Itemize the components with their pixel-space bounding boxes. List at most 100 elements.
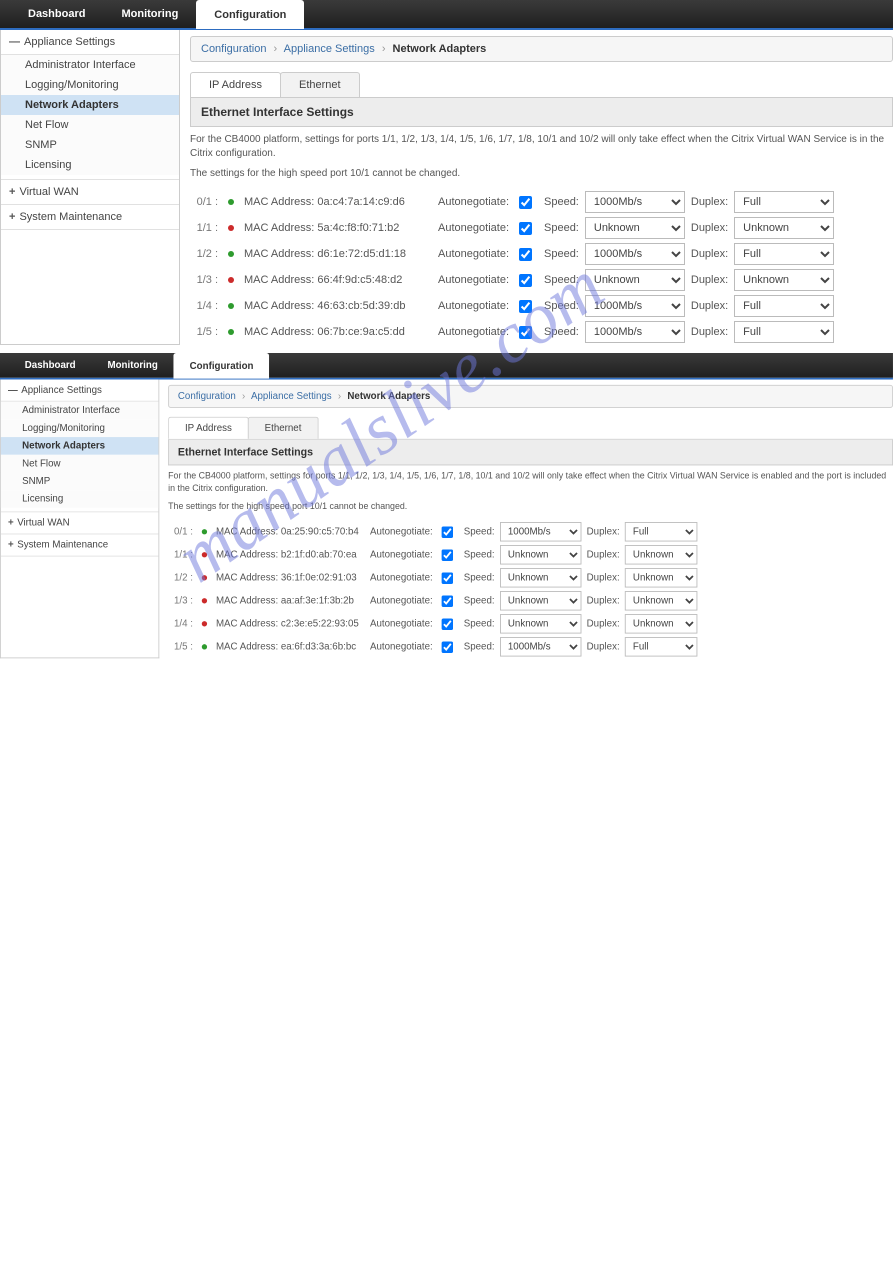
duplex-select[interactable]: FullUnknown [625,637,698,656]
speed-select[interactable]: 1000Mb/sUnknown [585,269,685,291]
speed-label: Speed: [462,595,496,606]
sidebar-item-netflow[interactable]: Net Flow [1,115,179,135]
sidebar-sec-appliance[interactable]: —Appliance Settings [1,30,179,55]
duplex-label: Duplex: [689,222,730,234]
duplex-label: Duplex: [585,619,622,630]
panel-title: Ethernet Interface Settings [190,98,893,127]
tab-dashboard[interactable]: Dashboard [10,0,103,29]
autonegotiate-label: Autonegotiate: [433,196,509,208]
sidebar-item-snmp[interactable]: SNMP [1,135,179,155]
duplex-select[interactable]: FullUnknown [734,243,834,265]
autonegotiate-checkbox[interactable] [442,549,454,561]
speed-label: Speed: [462,572,496,583]
breadcrumb: Configuration › Appliance Settings › Net… [168,385,893,408]
autonegotiate-label: Autonegotiate: [433,300,509,312]
duplex-select[interactable]: FullUnknown [734,295,834,317]
sidebar-item-network-adapters[interactable]: Network Adapters [1,437,159,455]
speed-label: Speed: [542,222,581,234]
duplex-select[interactable]: FullUnknown [734,191,834,213]
autonegotiate-checkbox[interactable] [442,618,454,630]
sidebar-sec-virtualwan[interactable]: +Virtual WAN [1,180,179,205]
autonegotiate-checkbox[interactable] [442,595,454,607]
speed-select[interactable]: 1000Mb/sUnknown [500,614,581,633]
autonegotiate-checkbox[interactable] [519,222,532,235]
ethernet-row: 1/2 :MAC Address: 36:1f:0e:02:91:03Auton… [168,566,893,589]
sidebar-item-admin-interface[interactable]: Administrator Interface [1,402,159,420]
sidebar-appliance-items: Administrator Interface Logging/Monitori… [1,402,159,513]
crumb-configuration[interactable]: Configuration [178,391,236,402]
autonegotiate-checkbox[interactable] [519,196,532,209]
duplex-select[interactable]: FullUnknown [734,321,834,343]
speed-select[interactable]: 1000Mb/sUnknown [500,522,581,541]
duplex-select[interactable]: FullUnknown [625,545,698,564]
duplex-label: Duplex: [585,526,622,537]
sidebar-item-network-adapters[interactable]: Network Adapters [1,95,179,115]
speed-select[interactable]: 1000Mb/sUnknown [500,568,581,587]
breadcrumb: Configuration › Appliance Settings › Net… [190,36,893,62]
crumb-appliance-settings[interactable]: Appliance Settings [251,391,332,402]
sidebar-item-logging[interactable]: Logging/Monitoring [1,419,159,437]
duplex-select[interactable]: FullUnknown [625,614,698,633]
duplex-select[interactable]: FullUnknown [734,217,834,239]
sidebar-item-licensing[interactable]: Licensing [1,155,179,175]
speed-label: Speed: [462,526,496,537]
mac-address: MAC Address: 5a:4c:f8:f0:71:b2 [244,222,429,234]
speed-select[interactable]: 1000Mb/sUnknown [585,243,685,265]
autonegotiate-checkbox[interactable] [442,526,454,538]
sidebar-item-licensing[interactable]: Licensing [1,490,159,508]
sidebar-sec-sysmaint[interactable]: +System Maintenance [1,534,159,556]
sidebar-item-snmp[interactable]: SNMP [1,472,159,490]
port-label: 1/4 : [168,619,193,630]
speed-select[interactable]: 1000Mb/sUnknown [500,591,581,610]
status-down-icon [202,598,207,603]
mac-address: MAC Address: ea:6f:d3:3a:6b:bc [216,642,362,653]
minus-icon: — [9,36,20,48]
duplex-select[interactable]: FullUnknown [625,568,698,587]
speed-select[interactable]: 1000Mb/sUnknown [585,321,685,343]
subtab-ethernet[interactable]: Ethernet [248,417,318,439]
crumb-configuration[interactable]: Configuration [201,43,266,55]
autonegotiate-label: Autonegotiate: [433,222,509,234]
tab-configuration[interactable]: Configuration [196,0,304,29]
crumb-appliance-settings[interactable]: Appliance Settings [284,43,375,55]
autonegotiate-checkbox[interactable] [519,248,532,261]
duplex-select[interactable]: FullUnknown [734,269,834,291]
autonegotiate-checkbox[interactable] [442,641,454,653]
duplex-select[interactable]: FullUnknown [625,591,698,610]
speed-label: Speed: [542,274,581,286]
duplex-label: Duplex: [689,196,730,208]
sidebar-item-netflow[interactable]: Net Flow [1,455,159,473]
autonegotiate-checkbox[interactable] [519,326,532,339]
autonegotiate-label: Autonegotiate: [366,549,433,560]
ethernet-row: 1/3 :MAC Address: 66:4f:9d:c5:48:d2Auton… [190,267,893,293]
duplex-select[interactable]: FullUnknown [625,522,698,541]
sidebar-sec-sysmaint[interactable]: +System Maintenance [1,205,179,230]
autonegotiate-checkbox[interactable] [519,300,532,313]
tab-dashboard[interactable]: Dashboard [9,352,92,379]
mac-address: MAC Address: b2:1f:d0:ab:70:ea [216,549,362,560]
mac-address: MAC Address: d6:1e:72:d5:d1:18 [244,248,429,260]
speed-select[interactable]: 1000Mb/sUnknown [500,637,581,656]
status-up-icon [228,329,234,335]
sidebar-item-logging[interactable]: Logging/Monitoring [1,75,179,95]
subtab-ip-address[interactable]: IP Address [168,417,249,439]
speed-label: Speed: [462,619,496,630]
sidebar-item-admin-interface[interactable]: Administrator Interface [1,55,179,75]
speed-select[interactable]: 1000Mb/sUnknown [585,295,685,317]
speed-select[interactable]: 1000Mb/sUnknown [500,545,581,564]
speed-select[interactable]: 1000Mb/sUnknown [585,191,685,213]
duplex-label: Duplex: [585,642,622,653]
sidebar-sec-virtualwan[interactable]: +Virtual WAN [1,512,159,534]
subtab-ethernet[interactable]: Ethernet [280,72,360,97]
speed-select[interactable]: 1000Mb/sUnknown [585,217,685,239]
autonegotiate-checkbox[interactable] [519,274,532,287]
tab-monitoring[interactable]: Monitoring [92,352,174,379]
port-label: 1/3 : [190,274,218,286]
sidebar-sec-appliance[interactable]: —Appliance Settings [1,380,159,402]
tab-monitoring[interactable]: Monitoring [103,0,196,29]
tab-configuration[interactable]: Configuration [174,353,270,379]
speed-label: Speed: [462,549,496,560]
autonegotiate-checkbox[interactable] [442,572,454,584]
subtab-ip-address[interactable]: IP Address [190,72,281,97]
plus-icon: + [9,211,15,223]
